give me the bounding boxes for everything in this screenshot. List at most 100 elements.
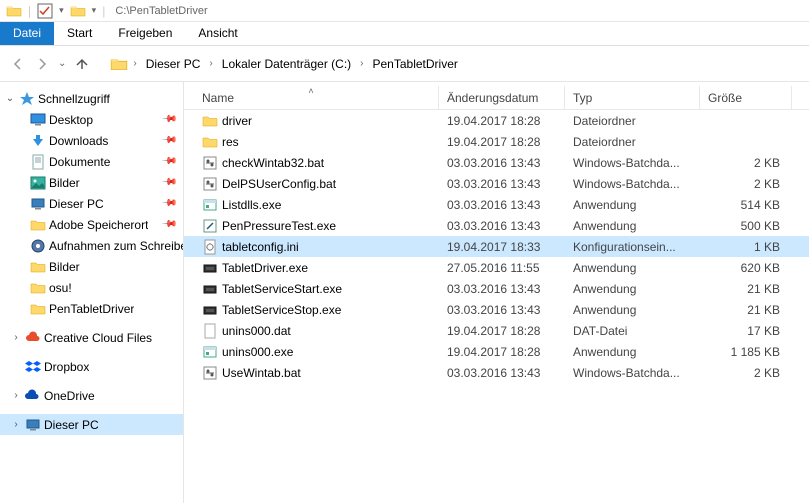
folder-icon xyxy=(30,217,46,233)
file-row[interactable]: Listdlls.exe03.03.2016 13:43Anwendung514… xyxy=(184,194,809,215)
qat-customize-icon[interactable]: ▾ xyxy=(92,5,97,16)
sidebar-dropbox[interactable]: › Dropbox xyxy=(0,356,183,377)
properties-check-icon[interactable] xyxy=(37,3,53,19)
file-row[interactable]: TabletServiceStart.exe 03.03.2016 13:43An… xyxy=(184,278,809,299)
sidebar-ccf[interactable]: › Creative Cloud Files xyxy=(0,327,183,348)
open-folder-icon[interactable] xyxy=(70,3,86,19)
cell-size: 514 KB xyxy=(700,198,792,212)
sidebar-item-label: Downloads xyxy=(49,134,108,148)
col-type[interactable]: Typ xyxy=(565,86,700,109)
cell-name: checkWintab32.bat xyxy=(184,155,439,171)
breadcrumb-pc[interactable]: Dieser PC xyxy=(142,55,205,73)
file-name: TabletServiceStop.exe xyxy=(222,303,341,317)
breadcrumb-folder[interactable]: PenTabletDriver xyxy=(369,55,462,73)
file-type-icon xyxy=(202,176,218,192)
sidebar-quickaccess[interactable]: ⌄ Schnellzugriff xyxy=(0,88,183,109)
pin-icon: 📌 xyxy=(160,132,177,149)
file-name: checkWintab32.bat xyxy=(222,156,324,170)
expand-placeholder: › xyxy=(10,361,22,373)
cell-size: 2 KB xyxy=(700,156,792,170)
dropbox-icon xyxy=(25,359,41,375)
cell-type: Dateiordner xyxy=(565,135,700,149)
chevron-right-icon[interactable]: › xyxy=(357,58,366,69)
expand-icon[interactable]: › xyxy=(10,390,22,402)
titlebar: | ▾ ▾ | C:\PenTabletDriver xyxy=(0,0,809,22)
file-row[interactable]: UseWintab.bat03.03.2016 13:43Windows-Bat… xyxy=(184,362,809,383)
sidebar-dieserpc[interactable]: › Dieser PC xyxy=(0,414,183,435)
sidebar[interactable]: ⌄ Schnellzugriff Desktop 📌 Downloads 📌 D… xyxy=(0,82,184,503)
file-row[interactable]: DelPSUserConfig.bat03.03.2016 13:43Windo… xyxy=(184,173,809,194)
breadcrumb[interactable]: › Dieser PC › Lokaler Datenträger (C:) ›… xyxy=(110,55,461,73)
sidebar-record[interactable]: Aufnahmen zum Schreiben xyxy=(0,235,183,256)
file-list[interactable]: Name˄ Änderungsdatum Typ Größe driver19.… xyxy=(184,82,809,503)
cell-name: unins000.exe xyxy=(184,344,439,360)
sidebar-ptd[interactable]: PenTabletDriver xyxy=(0,298,183,319)
col-date[interactable]: Änderungsdatum xyxy=(439,86,565,109)
expand-icon[interactable]: › xyxy=(10,332,22,344)
cell-name: driver xyxy=(184,113,439,129)
sidebar-thispc[interactable]: Dieser PC 📌 xyxy=(0,193,183,214)
sidebar-desktop[interactable]: Desktop 📌 xyxy=(0,109,183,130)
sidebar-item-label: Creative Cloud Files xyxy=(44,331,152,345)
col-size[interactable]: Größe xyxy=(700,86,792,109)
cell-date: 03.03.2016 13:43 xyxy=(439,198,565,212)
file-row[interactable]: PenPressureTest.exe03.03.2016 13:43Anwen… xyxy=(184,215,809,236)
file-type-icon xyxy=(202,239,218,255)
sidebar-osu[interactable]: osu! xyxy=(0,277,183,298)
cell-type: Konfigurationsein... xyxy=(565,240,700,254)
sidebar-downloads[interactable]: Downloads 📌 xyxy=(0,130,183,151)
file-name: tabletconfig.ini xyxy=(222,240,299,254)
cell-date: 19.04.2017 18:28 xyxy=(439,135,565,149)
tab-share[interactable]: Freigeben xyxy=(105,22,185,45)
file-row[interactable]: checkWintab32.bat03.03.2016 13:43Windows… xyxy=(184,152,809,173)
forward-button[interactable] xyxy=(32,54,52,74)
file-row[interactable]: tabletconfig.ini19.04.2017 18:33Konfigur… xyxy=(184,236,809,257)
tab-view[interactable]: Ansicht xyxy=(185,22,250,45)
cell-name: Listdlls.exe xyxy=(184,197,439,213)
history-dropdown-icon[interactable]: ⌄ xyxy=(56,58,68,69)
file-row[interactable]: TabletDriver.exe27.05.2016 11:55Anwendun… xyxy=(184,257,809,278)
back-button[interactable] xyxy=(8,54,28,74)
pictures-icon xyxy=(30,175,46,191)
sidebar-documents[interactable]: Dokumente 📌 xyxy=(0,151,183,172)
ribbon: Datei Start Freigeben Ansicht xyxy=(0,22,809,46)
cell-size: 17 KB xyxy=(700,324,792,338)
file-row[interactable]: unins000.exe19.04.2017 18:28Anwendung1 1… xyxy=(184,341,809,362)
chevron-right-icon[interactable]: › xyxy=(130,58,139,69)
file-row[interactable]: TabletServiceStop.exe03.03.2016 13:43Anw… xyxy=(184,299,809,320)
navbar: ⌄ › Dieser PC › Lokaler Datenträger (C:)… xyxy=(0,46,809,82)
qat-dropdown-icon[interactable]: ▾ xyxy=(59,5,64,16)
file-name: TabletServiceStart.exe xyxy=(222,282,342,296)
file-rows: driver19.04.2017 18:28Dateiordnerres19.0… xyxy=(184,110,809,383)
sidebar-bilder2[interactable]: Bilder xyxy=(0,256,183,277)
breadcrumb-drive[interactable]: Lokaler Datenträger (C:) xyxy=(218,55,355,73)
sidebar-item-label: OneDrive xyxy=(44,389,95,403)
tab-start[interactable]: Start xyxy=(54,22,105,45)
tab-file[interactable]: Datei xyxy=(0,22,54,45)
file-type-icon xyxy=(202,113,218,129)
cell-size: 1 185 KB xyxy=(700,345,792,359)
sidebar-pictures[interactable]: Bilder 📌 xyxy=(0,172,183,193)
expand-icon[interactable]: › xyxy=(10,419,22,431)
file-type-icon xyxy=(202,323,218,339)
cell-type: Anwendung xyxy=(565,345,700,359)
cell-type: Anwendung xyxy=(565,282,700,296)
file-row[interactable]: unins000.dat19.04.2017 18:28DAT-Datei17 … xyxy=(184,320,809,341)
cell-size: 620 KB xyxy=(700,261,792,275)
sidebar-item-label: Bilder xyxy=(49,260,80,274)
creativecloud-icon xyxy=(25,330,41,346)
collapse-icon[interactable]: ⌄ xyxy=(4,93,16,105)
file-row[interactable]: res19.04.2017 18:28Dateiordner xyxy=(184,131,809,152)
cell-size: 1 KB xyxy=(700,240,792,254)
file-row[interactable]: driver19.04.2017 18:28Dateiordner xyxy=(184,110,809,131)
sidebar-onedrive[interactable]: › OneDrive xyxy=(0,385,183,406)
chevron-right-icon[interactable]: › xyxy=(206,58,215,69)
breadcrumb-root-icon[interactable] xyxy=(110,55,128,73)
cell-size: 500 KB xyxy=(700,219,792,233)
col-name[interactable]: Name˄ xyxy=(184,86,439,109)
file-type-icon xyxy=(202,281,218,297)
sidebar-item-label: Schnellzugriff xyxy=(38,92,110,106)
up-button[interactable] xyxy=(72,54,92,74)
sidebar-adobe[interactable]: Adobe Speicherort 📌 xyxy=(0,214,183,235)
cell-date: 03.03.2016 13:43 xyxy=(439,282,565,296)
